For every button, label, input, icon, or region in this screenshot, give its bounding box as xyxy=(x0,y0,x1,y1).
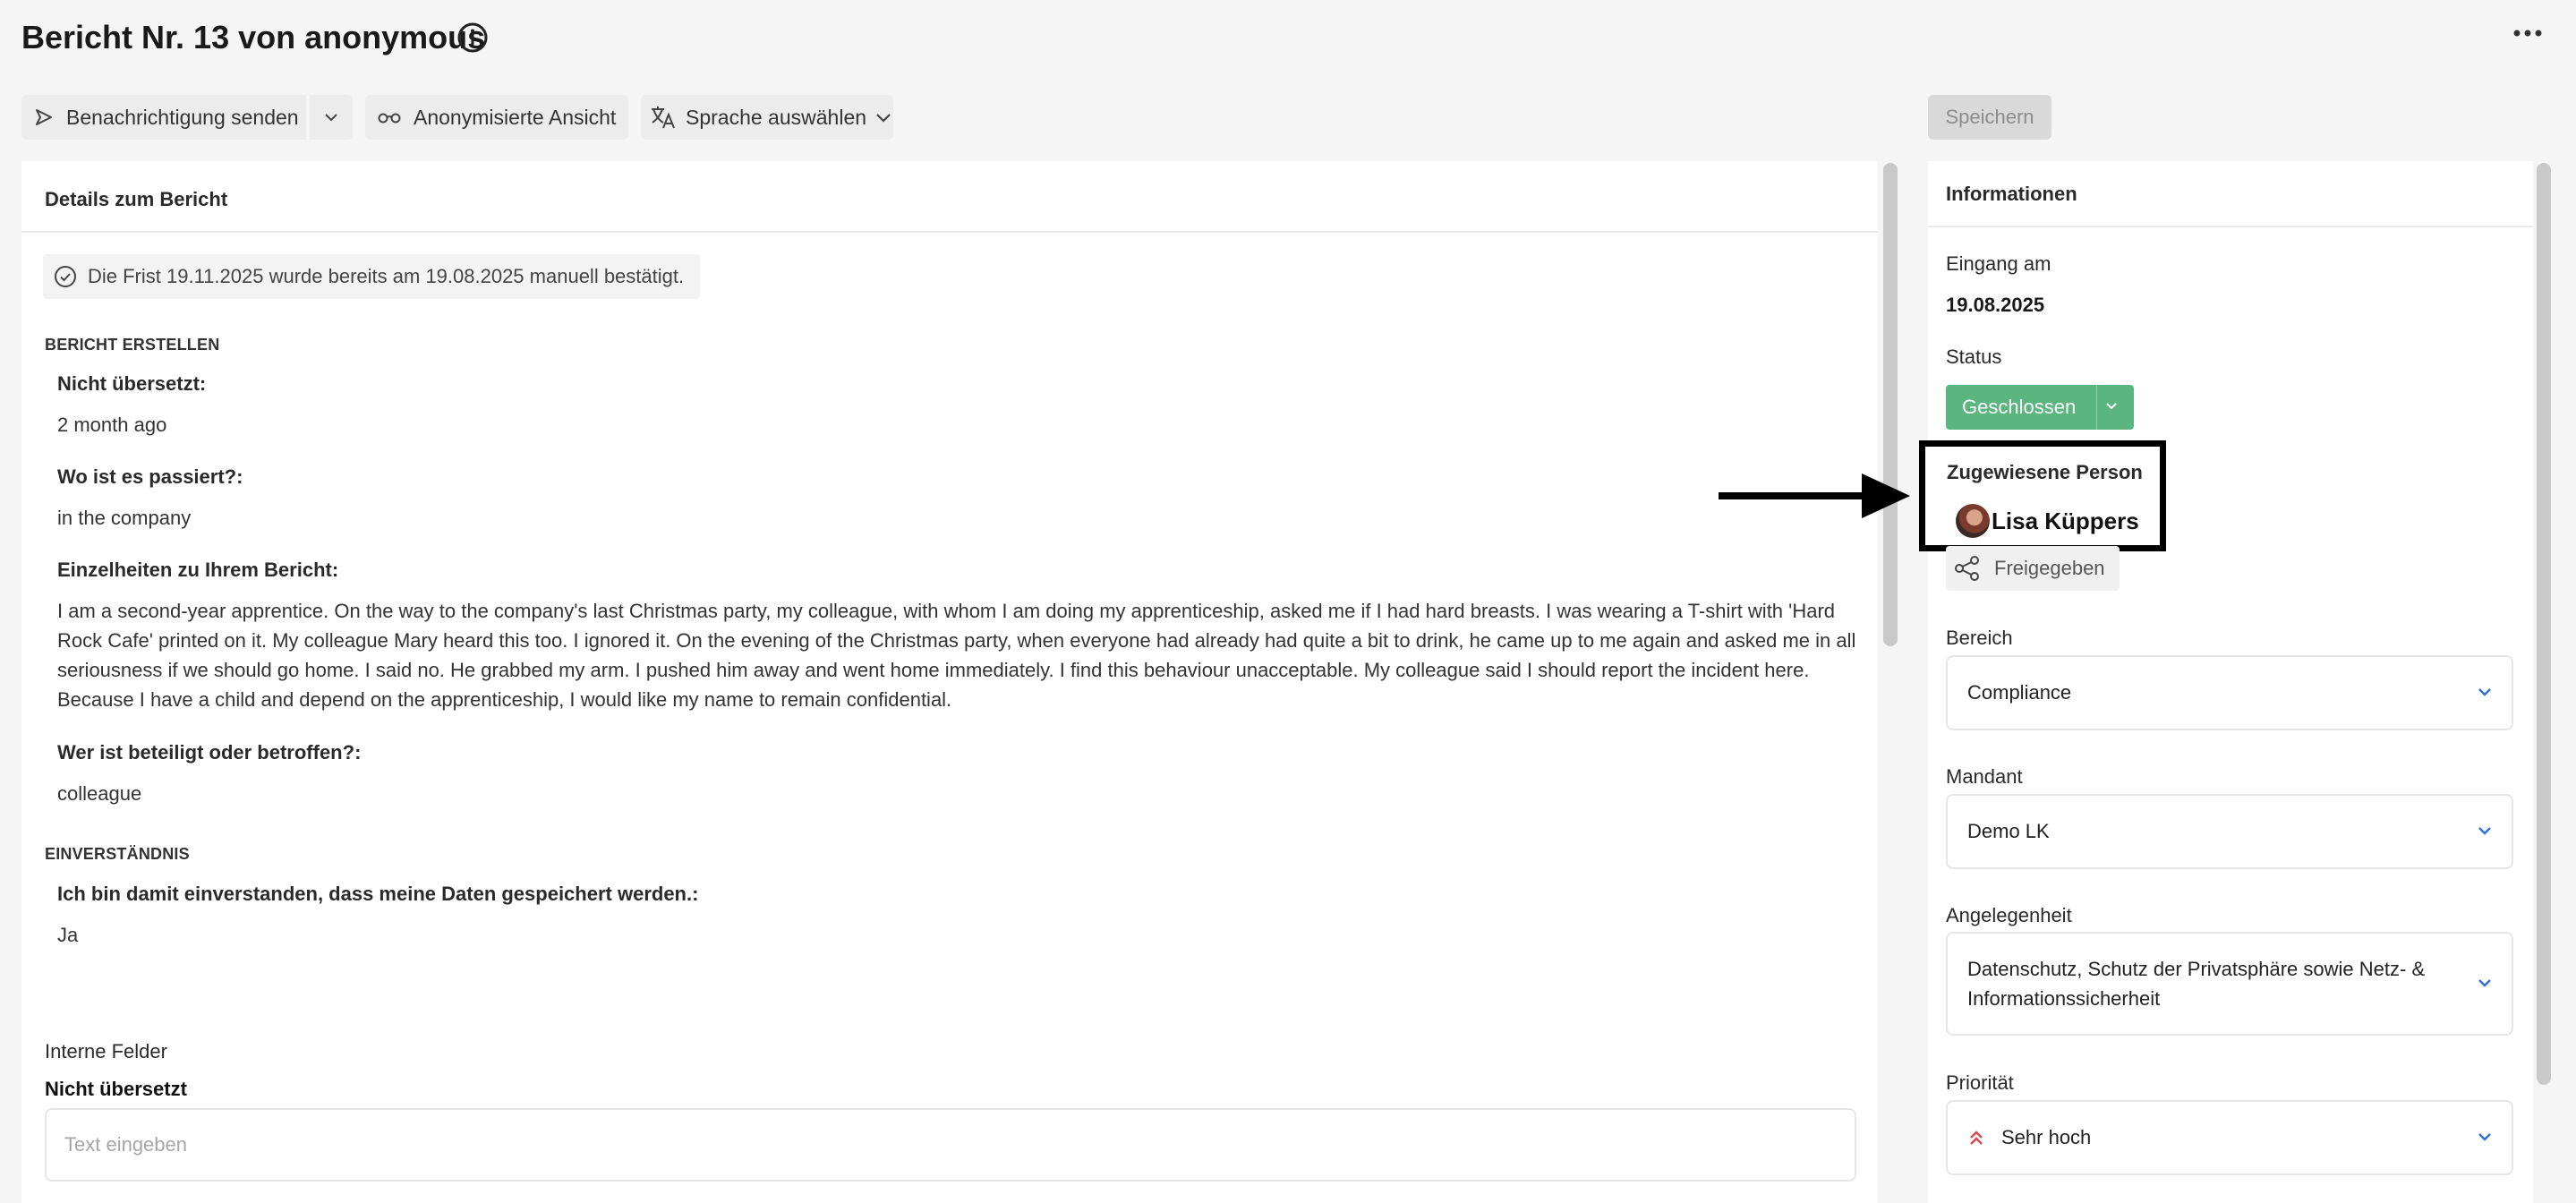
priority-value: Sehr hoch xyxy=(2001,1126,2092,1148)
notification-dropdown-button[interactable] xyxy=(310,95,353,140)
priority-select[interactable]: Sehr hoch xyxy=(1946,1100,2513,1175)
internal-field-label: Nicht übersetzt xyxy=(45,1078,187,1100)
client-label: Mandant xyxy=(1946,765,2023,788)
area-label: Bereich xyxy=(1946,627,2013,649)
divider xyxy=(1928,226,2533,227)
chevron-down-icon xyxy=(325,114,337,122)
assignee-highlight-box: Zugewiesene Person Lisa Küppers xyxy=(1919,440,2166,551)
chevron-down-icon xyxy=(2478,1133,2491,1141)
chevron-down-icon xyxy=(876,113,891,123)
client-select[interactable]: Demo LK xyxy=(1946,794,2513,869)
more-options-icon[interactable] xyxy=(2512,25,2544,41)
share-icon xyxy=(1955,556,1979,581)
consent-label: Ich bin damit einverstanden, dass meine … xyxy=(57,883,699,905)
field-label: Nicht übersetzt: xyxy=(57,372,207,395)
select-language-label: Sprache auswählen xyxy=(686,105,867,129)
status-value: Geschlossen xyxy=(1962,396,2077,418)
internal-text-input[interactable] xyxy=(45,1108,1856,1182)
avatar xyxy=(1956,504,1990,538)
send-notification-button[interactable]: Benachrichtigung senden xyxy=(21,95,306,140)
check-circle-icon xyxy=(55,266,76,287)
info-icon[interactable] xyxy=(456,21,489,54)
chevron-down-icon xyxy=(2106,403,2117,410)
details-heading: Details zum Bericht xyxy=(45,188,228,210)
field-value: colleague xyxy=(57,782,142,805)
chevron-down-icon xyxy=(2478,979,2491,987)
send-notification-label: Benachrichtigung senden xyxy=(66,105,299,129)
chevron-down-icon xyxy=(2478,688,2491,696)
received-label: Eingang am xyxy=(1946,252,2051,275)
field-value: 2 month ago xyxy=(57,414,167,436)
chevron-down-icon xyxy=(2478,827,2491,835)
deadline-note-text: Die Frist 19.11.2025 wurde bereits am 19… xyxy=(88,265,685,287)
internal-fields-heading: Interne Felder xyxy=(45,1040,167,1062)
client-value: Demo LK xyxy=(1967,820,2050,842)
matter-label: Angelegenheit xyxy=(1946,904,2072,926)
save-button[interactable]: Speichern xyxy=(1928,95,2051,140)
assignee-selector[interactable]: Lisa Küppers xyxy=(1956,504,2139,538)
deadline-note: Die Frist 19.11.2025 wurde bereits am 19… xyxy=(43,254,701,299)
status-dropdown[interactable]: Geschlossen xyxy=(1946,385,2134,430)
shared-label: Freigegeben xyxy=(1994,557,2105,579)
report-details-panel: Details zum Bericht Die Frist 19.11.2025… xyxy=(21,161,1878,1203)
anonymized-view-label: Anonymisierte Ansicht xyxy=(414,105,617,129)
glasses-icon xyxy=(378,113,401,124)
area-select[interactable]: Compliance xyxy=(1946,655,2513,730)
page-title: Bericht Nr. 13 von anonymous xyxy=(21,19,486,55)
anonymized-view-button[interactable]: Anonymisierte Ansicht xyxy=(365,95,628,140)
field-label: Wer ist beteiligt oder betroffen?: xyxy=(57,741,362,764)
received-value: 19.08.2025 xyxy=(1946,294,2045,316)
matter-value: Datenschutz, Schutz der Privatsphäre sow… xyxy=(1967,958,2426,1010)
annotation-arrow xyxy=(1719,474,1910,518)
double-chevron-up-icon xyxy=(1970,1130,1983,1145)
translate-icon xyxy=(652,107,675,129)
field-value: in the company xyxy=(57,507,192,529)
section-consent: EINVERSTÄNDNIS xyxy=(45,845,190,863)
field-label: Wo ist es passiert?: xyxy=(57,465,243,488)
matter-select[interactable]: Datenschutz, Schutz der Privatsphäre sow… xyxy=(1946,932,2513,1036)
field-label: Einzelheiten zu Ihrem Bericht: xyxy=(57,559,339,581)
report-details-text: I am a second-year apprentice. On the wa… xyxy=(57,600,1856,711)
send-icon xyxy=(36,109,52,125)
assignee-label: Zugewiesene Person xyxy=(1947,461,2143,483)
shared-button[interactable]: Freigegeben xyxy=(1946,546,2120,591)
right-scrollbar[interactable] xyxy=(2537,163,2551,1085)
divider xyxy=(2096,385,2097,430)
priority-label: Priorität xyxy=(1946,1071,2014,1094)
section-create-report: BERICHT ERSTELLEN xyxy=(45,336,220,354)
info-heading: Informationen xyxy=(1946,183,2077,205)
left-scrollbar[interactable] xyxy=(1883,163,1898,646)
consent-value: Ja xyxy=(57,924,79,946)
divider xyxy=(21,231,1878,233)
select-language-button[interactable]: Sprache auswählen xyxy=(641,95,893,140)
status-label: Status xyxy=(1946,346,2002,368)
assignee-name: Lisa Küppers xyxy=(1992,507,2139,534)
area-value: Compliance xyxy=(1967,681,2072,704)
